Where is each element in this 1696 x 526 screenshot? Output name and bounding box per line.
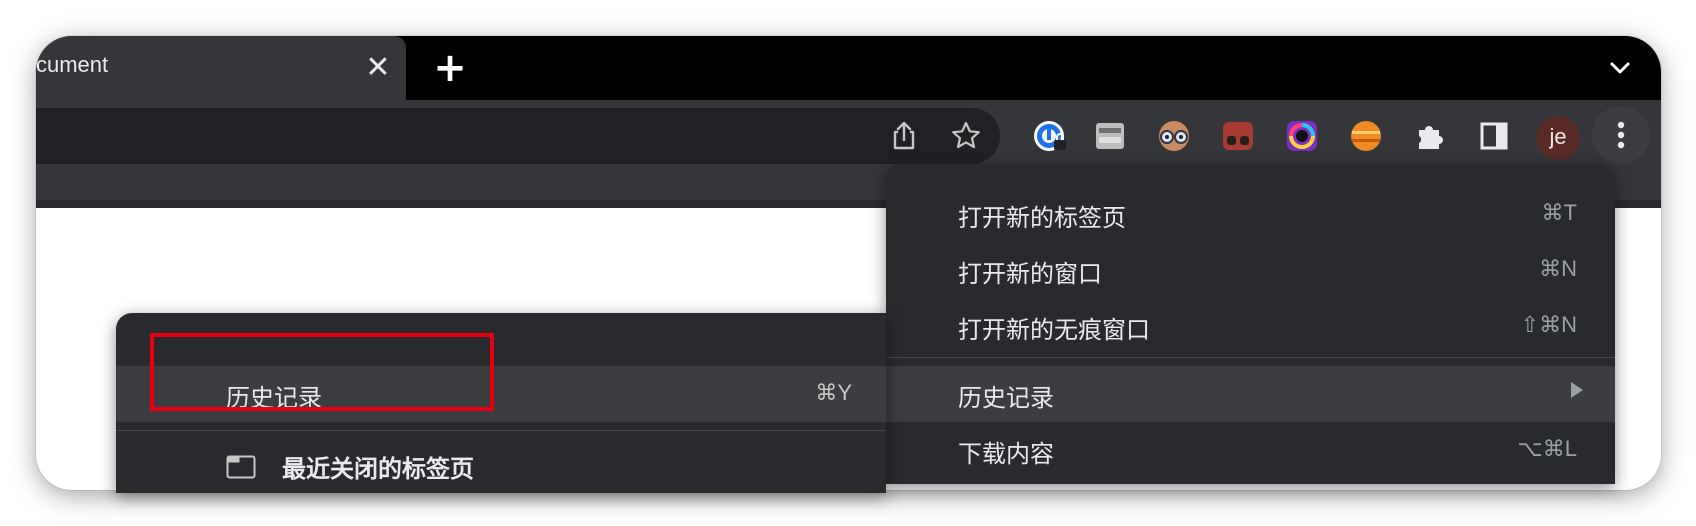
tab-window-icon <box>226 455 256 479</box>
tab-title: cument <box>36 52 109 77</box>
menu-item-downloads[interactable]: 下载内容 ⌥⌘L <box>886 422 1615 478</box>
side-panel-icon[interactable] <box>1470 112 1518 160</box>
chrome-main-menu: 打开新的标签页 ⌘T 打开新的窗口 ⌘N 打开新的无痕窗口 ⇧⌘N 历史记录 下… <box>886 164 1615 484</box>
orange-planet-extension-icon[interactable] <box>1342 112 1390 160</box>
share-icon[interactable] <box>884 116 924 156</box>
profile-avatar[interactable]: je <box>1536 116 1580 160</box>
annotation-highlight-box <box>150 333 494 411</box>
menu-item-label: 历史记录 <box>958 384 1054 412</box>
glasses-extension-icon[interactable] <box>1150 112 1198 160</box>
new-tab-button[interactable]: + <box>428 46 472 90</box>
menu-separator <box>886 357 1615 358</box>
tab-search-chevron-icon[interactable] <box>1602 50 1638 86</box>
menu-item-new-incognito-window[interactable]: 打开新的无痕窗口 ⇧⌘N <box>886 298 1615 354</box>
menu-item-label: 打开新的标签页 <box>958 204 1126 232</box>
submenu-item-shortcut: ⌘Y <box>815 380 852 405</box>
menu-item-shortcut: ⇧⌘N <box>1520 312 1577 337</box>
menu-item-new-window[interactable]: 打开新的窗口 ⌘N <box>886 242 1615 298</box>
extensions-puzzle-icon[interactable] <box>1406 112 1454 160</box>
active-tab[interactable]: cument ✕ <box>36 36 406 100</box>
address-bar[interactable] <box>36 108 1000 164</box>
red-extension-icon[interactable] <box>1214 112 1262 160</box>
menu-item-history[interactable]: 历史记录 <box>886 366 1615 422</box>
password-manager-extension-icon[interactable] <box>1026 112 1074 160</box>
menu-item-label: 下载内容 <box>958 440 1054 468</box>
color-ring-extension-icon[interactable] <box>1278 112 1326 160</box>
bookmark-star-icon[interactable] <box>946 116 986 156</box>
menu-item-label: 打开新的无痕窗口 <box>958 316 1150 344</box>
menu-item-shortcut: ⌘T <box>1541 200 1577 225</box>
tab-close-icon[interactable]: ✕ <box>358 48 398 88</box>
submenu-item-label: 最近关闭的标签页 <box>282 455 474 483</box>
menu-item-new-tab[interactable]: 打开新的标签页 ⌘T <box>886 186 1615 242</box>
reader-extension-icon[interactable] <box>1086 112 1134 160</box>
submenu-arrow-icon <box>1571 382 1583 398</box>
menu-separator <box>116 430 886 431</box>
menu-item-label: 打开新的窗口 <box>958 260 1102 288</box>
submenu-item-recently-closed[interactable]: 最近关闭的标签页 <box>116 437 886 493</box>
chrome-menu-button[interactable] <box>1592 106 1650 164</box>
menu-item-shortcut: ⌘N <box>1539 256 1577 281</box>
three-dots-vertical-icon <box>1617 121 1625 149</box>
menu-item-shortcut: ⌥⌘L <box>1517 436 1577 461</box>
tab-strip: cument ✕ + <box>36 36 1661 100</box>
